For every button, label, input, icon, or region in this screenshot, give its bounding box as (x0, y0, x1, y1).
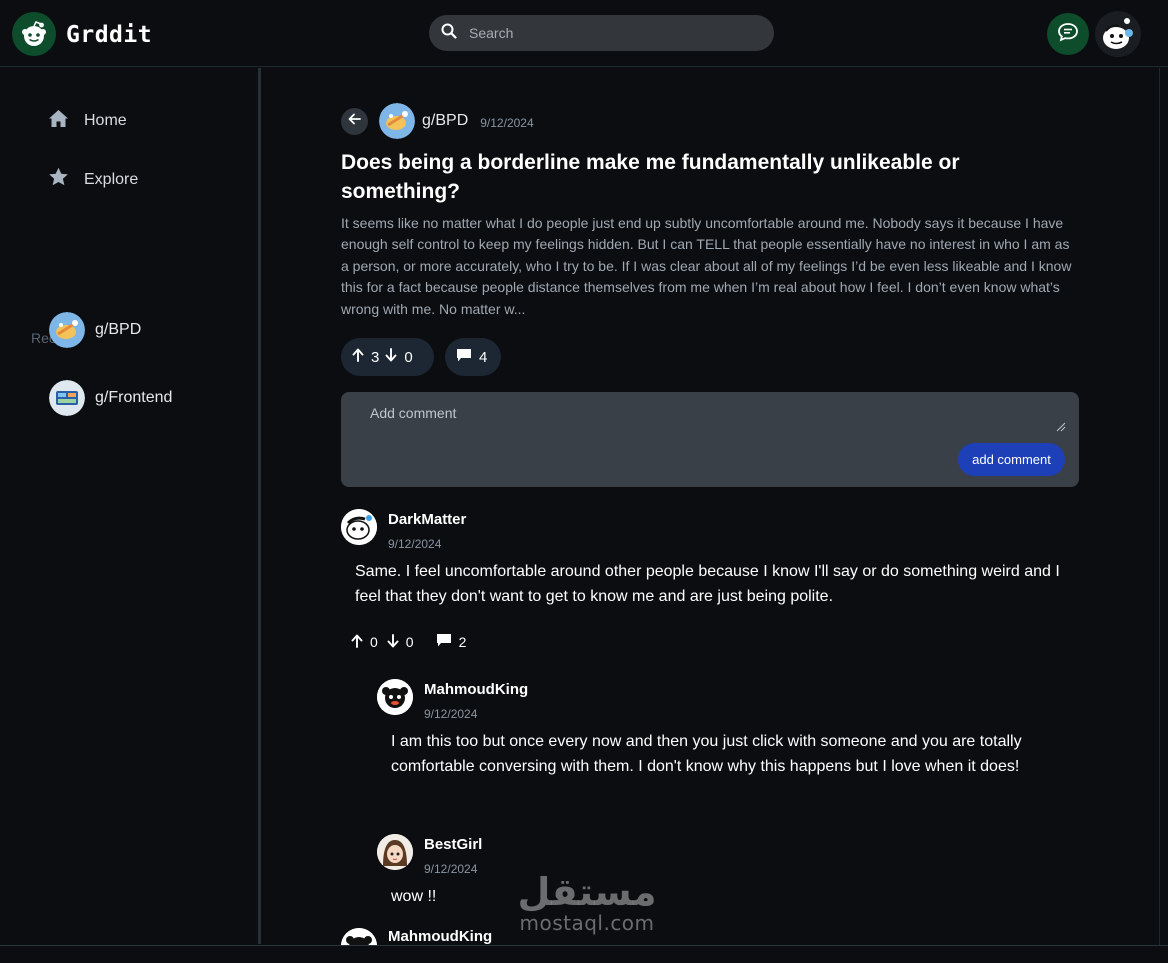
search-input[interactable] (469, 25, 749, 41)
comment-form: add comment (341, 392, 1079, 487)
community-avatar (49, 380, 85, 416)
app-name[interactable]: Grddit (66, 22, 152, 48)
upvote-count: 0 (370, 634, 378, 650)
comment-username[interactable]: BestGirl (424, 836, 482, 853)
comment-item: DarkMatter 9/12/2024 Same. I feel uncomf… (341, 509, 1081, 659)
top-header: Grddit (0, 0, 1168, 67)
downvote-icon[interactable] (387, 633, 399, 651)
sidebar-item-explore[interactable]: Explore (48, 167, 138, 192)
community-avatar[interactable] (379, 103, 415, 139)
comment-item: BestGirl 9/12/2024 wow !! (377, 834, 1017, 905)
user-avatar[interactable] (1095, 11, 1141, 57)
sidebar-item-frontend[interactable]: g/Frontend (49, 380, 172, 416)
post-detail: g/BPD 9/12/2024 Does being a borderline … (261, 68, 1159, 945)
upvote-count: 3 (371, 348, 380, 366)
comment-actions: 0 0 2 (351, 633, 475, 651)
sidebar-item-label: Home (84, 112, 127, 129)
bottom-edge (0, 945, 1168, 963)
scrollbar-track[interactable] (1159, 68, 1168, 945)
arrow-left-icon (348, 112, 361, 130)
post-body: It seems like no matter what I do people… (341, 215, 1072, 317)
add-comment-button[interactable]: add comment (958, 443, 1065, 476)
comment-icon (456, 348, 472, 367)
search-bar[interactable] (429, 15, 774, 51)
sidebar-item-label: g/Frontend (95, 389, 173, 406)
comment-input[interactable] (353, 400, 1065, 432)
comment-text: Same. I feel uncomfortable around other … (355, 563, 1060, 605)
sidebar-item-label: g/BPD (95, 321, 142, 338)
comments-pill[interactable]: 4 (445, 338, 501, 376)
comment-username[interactable]: MahmoudKing (424, 681, 528, 698)
comment-text: I am this too but once every now and the… (391, 733, 1022, 775)
resize-grip-icon[interactable] (1054, 419, 1066, 432)
post-title: Does being a borderline make me fundamen… (341, 151, 960, 203)
chat-button[interactable] (1047, 13, 1089, 55)
post-meta: g/BPD 9/12/2024 (341, 103, 534, 139)
watermark-arabic: مستقل (517, 870, 657, 914)
comment-username[interactable]: DarkMatter (388, 511, 466, 528)
upvote-icon[interactable] (352, 348, 364, 366)
search-icon (441, 23, 457, 44)
back-button[interactable] (341, 107, 368, 135)
avatar[interactable] (377, 679, 413, 715)
downvote-count: 0 (404, 348, 413, 366)
chat-icon (1057, 22, 1079, 47)
comment-item: MahmoudKing 9/12/2024 I am this too but … (377, 679, 1057, 809)
sidebar-item-bpd[interactable]: g/BPD (49, 312, 141, 348)
post-date: 9/12/2024 (480, 116, 534, 130)
comment-username[interactable]: MahmoudKing (388, 928, 492, 945)
logo-icon[interactable] (12, 12, 56, 56)
community-name[interactable]: g/BPD (422, 112, 468, 130)
comment-date: 9/12/2024 (388, 537, 442, 551)
sidebar-item-label: Explore (84, 170, 139, 188)
reply-count: 2 (458, 634, 467, 650)
watermark-latin: mostaql.com (519, 911, 655, 935)
comment-date: 9/12/2024 (424, 707, 478, 721)
home-icon (48, 109, 69, 133)
avatar[interactable] (341, 509, 377, 545)
community-avatar (49, 312, 85, 348)
sidebar: Home Explore Recent g/BPD g/Frontend (0, 67, 258, 945)
star-icon (48, 167, 69, 192)
watermark: مستقل mostaql.com (512, 872, 662, 944)
upvote-icon[interactable] (351, 634, 363, 651)
sidebar-item-home[interactable]: Home (48, 109, 127, 133)
avatar[interactable] (377, 834, 413, 870)
downvote-icon[interactable] (385, 348, 397, 366)
avatar[interactable] (341, 928, 377, 945)
comment-count: 4 (479, 348, 488, 366)
reply-icon[interactable] (436, 633, 452, 651)
downvote-count: 0 (405, 634, 414, 650)
vote-pill: 3 0 (341, 338, 434, 376)
comment-date: 9/12/2024 (424, 862, 478, 876)
